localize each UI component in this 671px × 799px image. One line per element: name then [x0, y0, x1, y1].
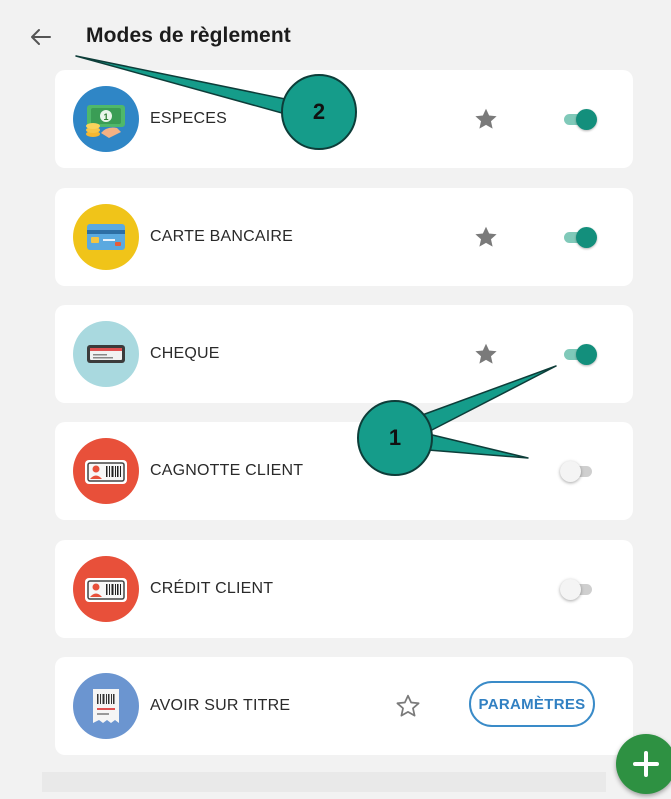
- pointer-1a: [413, 365, 557, 433]
- annotation-bubble-1: 1: [357, 400, 433, 476]
- pointer-1b: [419, 431, 529, 459]
- pointer-2: [75, 55, 301, 119]
- annotation-bubble-2: 2: [281, 74, 357, 150]
